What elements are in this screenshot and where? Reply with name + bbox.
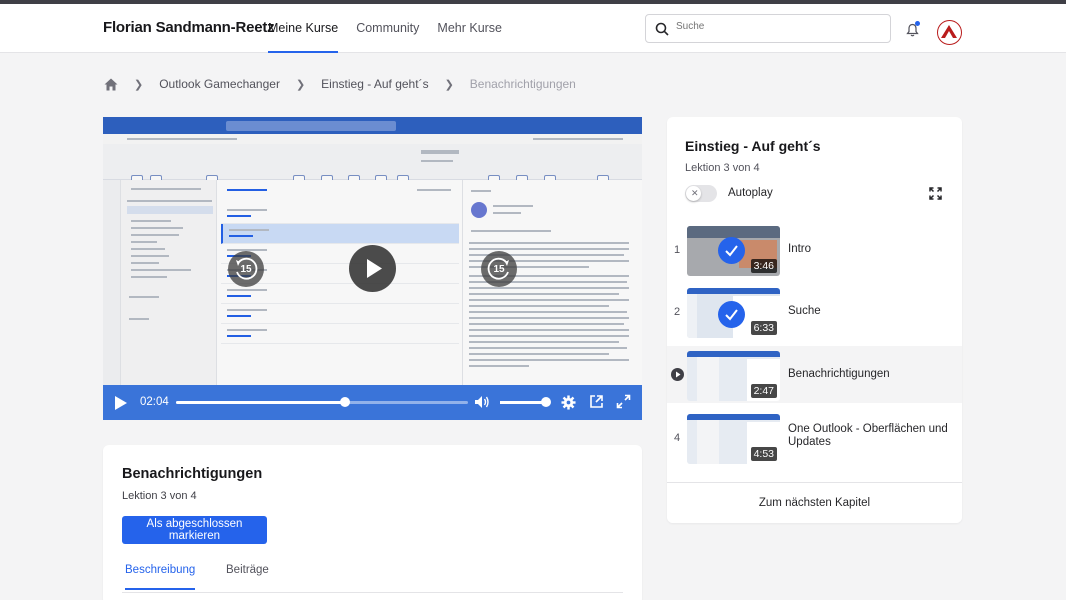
chevron-right-icon: ❯	[134, 78, 144, 91]
progress-handle[interactable]	[340, 397, 351, 407]
volume-handle[interactable]	[541, 397, 551, 407]
lesson-number: 4	[674, 432, 681, 444]
lesson-title: Benachrichtigungen	[788, 368, 890, 380]
user-avatar[interactable]	[937, 20, 962, 45]
video-controls: 02:04	[103, 385, 642, 420]
completed-check-icon	[718, 301, 745, 328]
settings-gear-icon[interactable]	[561, 395, 576, 410]
play-icon	[367, 259, 382, 278]
lesson-thumbnail: 6:33	[687, 288, 780, 338]
autoplay-label: Autoplay	[728, 187, 773, 199]
completed-check-icon	[718, 237, 745, 264]
autoplay-toggle[interactable]: ✕	[685, 185, 717, 202]
lesson-thumbnail: 4:53	[687, 414, 780, 464]
chapter-sidebar: Einstieg - Auf geht´s Lektion 3 von 4 ✕ …	[667, 117, 962, 523]
breadcrumb-course[interactable]: Outlook Gamechanger	[159, 77, 280, 91]
lesson-item[interactable]: 1 3:46 Intro	[667, 221, 962, 278]
lesson-number: 2	[674, 306, 681, 318]
fullscreen-icon[interactable]	[616, 394, 631, 409]
notifications-bell-icon[interactable]	[906, 21, 920, 42]
breadcrumb-chapter[interactable]: Einstieg - Auf geht´s	[321, 77, 428, 91]
next-chapter-button[interactable]: Zum nächsten Kapitel	[667, 482, 962, 523]
lesson-item[interactable]: 2 6:33 Suche	[667, 283, 962, 340]
lesson-duration: 3:46	[750, 259, 777, 273]
lesson-number: 1	[674, 244, 681, 256]
tab-posts[interactable]: Beiträge	[226, 564, 269, 576]
chapter-title: Einstieg - Auf geht´s	[685, 138, 821, 154]
home-icon[interactable]	[104, 78, 118, 91]
chevron-right-icon: ❯	[444, 78, 454, 91]
chevron-right-icon: ❯	[295, 78, 306, 91]
lesson-info-card: Benachrichtigungen Lektion 3 von 4 Als a…	[103, 445, 642, 600]
close-icon: ✕	[691, 188, 699, 198]
tab-divider	[122, 592, 623, 593]
lesson-title: Suche	[788, 305, 821, 317]
current-time: 02:04	[140, 396, 169, 408]
volume-slider[interactable]	[500, 397, 551, 407]
popout-icon[interactable]	[589, 394, 604, 409]
rewind-15-button[interactable]: 15	[228, 251, 264, 287]
lesson-title: Benachrichtigungen	[122, 466, 263, 482]
lesson-thumbnail: 3:46	[687, 226, 780, 276]
brand-name[interactable]: Florian Sandmann-Reetz	[103, 19, 275, 36]
progress-fill	[176, 401, 346, 404]
breadcrumb: ❯ Outlook Gamechanger ❯ Einstieg - Auf g…	[104, 77, 576, 91]
forward-seconds: 15	[493, 263, 505, 275]
lesson-title: Intro	[788, 243, 812, 255]
search-icon	[655, 22, 669, 36]
toggle-knob: ✕	[686, 186, 701, 201]
lesson-title: One Outlook - Oberflächen und Updates	[788, 423, 948, 448]
lesson-item-current[interactable]: 2:47 Benachrichtigungen	[667, 346, 962, 403]
forward-15-button[interactable]: 15	[481, 251, 517, 287]
nav-more-courses[interactable]: Mehr Kurse	[437, 4, 502, 53]
lesson-duration: 4:53	[750, 447, 777, 461]
big-play-button[interactable]	[349, 245, 396, 292]
nav-community[interactable]: Community	[356, 4, 419, 53]
top-bar: Florian Sandmann-Reetz Meine Kurse Commu…	[0, 0, 1066, 53]
lesson-duration: 2:47	[750, 384, 777, 398]
search-input[interactable]	[676, 21, 876, 32]
lesson-item[interactable]: 4 4:53 One Outlook - Oberflächen und Upd…	[667, 409, 962, 466]
video-player[interactable]: 15 15 02:04	[103, 117, 642, 420]
lesson-duration: 6:33	[750, 321, 777, 335]
main-nav: Meine Kurse Community Mehr Kurse	[268, 4, 502, 53]
expand-icon[interactable]	[929, 187, 942, 200]
breadcrumb-current: Benachrichtigungen	[469, 77, 576, 91]
progress-bar[interactable]	[176, 397, 468, 407]
volume-fill	[500, 401, 546, 404]
search-box[interactable]	[645, 14, 891, 43]
tab-description[interactable]: Beschreibung	[125, 564, 196, 590]
lesson-progress-text: Lektion 3 von 4	[122, 490, 197, 502]
rewind-seconds: 15	[240, 263, 252, 275]
now-playing-icon	[671, 368, 684, 381]
volume-icon[interactable]	[474, 395, 490, 409]
lesson-thumbnail: 2:47	[687, 351, 780, 401]
notification-dot	[915, 21, 920, 26]
chapter-progress-text: Lektion 3 von 4	[685, 162, 760, 174]
nav-my-courses[interactable]: Meine Kurse	[268, 4, 339, 53]
play-icon[interactable]	[114, 395, 128, 411]
mark-complete-button[interactable]: Als abgeschlossen markieren	[122, 516, 267, 544]
